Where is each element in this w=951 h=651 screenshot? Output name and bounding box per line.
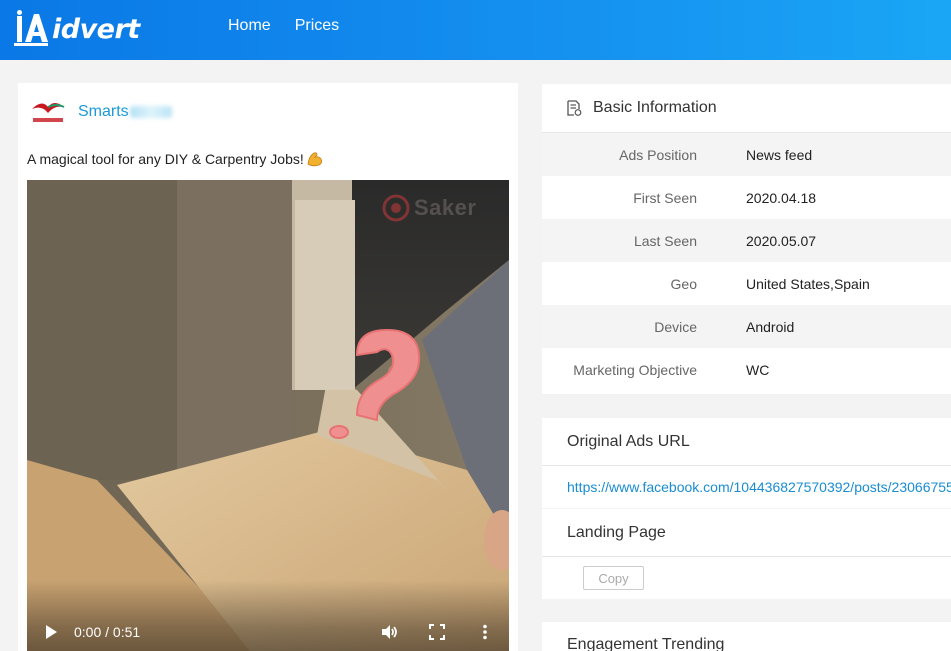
video-time: 0:00 / 0:51 [74, 624, 141, 640]
logo-text: idvert [52, 13, 140, 45]
landing-page-panel: Landing Page Copy [542, 509, 951, 599]
basic-information-rows: Ads Position News feed First Seen 2020.0… [542, 133, 951, 391]
basic-information-title: Basic Information [593, 99, 717, 116]
document-icon [567, 100, 582, 116]
advertiser-name-blur [129, 106, 172, 118]
original-ads-url-link[interactable]: https://www.facebook.com/104436827570392… [567, 479, 951, 495]
ad-video-player[interactable]: Saker 0:00 / 0:51 [27, 180, 509, 651]
top-nav-bar: idvert Home Prices [0, 0, 951, 60]
video-controls: 0:00 / 0:51 [27, 580, 509, 651]
advertiser-header[interactable]: Smarts [30, 97, 172, 127]
logo[interactable]: idvert [14, 9, 140, 49]
original-ads-url-panel: Original Ads URL https://www.facebook.co… [542, 418, 951, 508]
copy-button[interactable]: Copy [583, 566, 644, 590]
watermark-text: Saker [414, 195, 477, 220]
advertiser-name[interactable]: Smarts [78, 103, 129, 121]
info-label: Device [654, 318, 697, 335]
info-value: 2020.04.18 [746, 189, 817, 206]
fullscreen-icon[interactable] [429, 624, 445, 640]
info-value: 2020.05.07 [746, 232, 817, 249]
ad-caption: A magical tool for any DIY & Carpentry J… [27, 150, 324, 168]
basic-information-panel: Basic Information Ads Position News feed… [542, 84, 951, 394]
info-value: News feed [746, 146, 813, 163]
info-row-last-seen: Last Seen 2020.05.07 [542, 219, 951, 262]
volume-icon[interactable] [379, 622, 399, 642]
info-row-ads-position: Ads Position News feed [542, 133, 951, 176]
ad-caption-text: A magical tool for any DIY & Carpentry J… [27, 151, 304, 167]
info-row-marketing-objective: Marketing Objective WC [542, 348, 951, 391]
nav-home-link[interactable]: Home [228, 17, 271, 35]
info-label: Last Seen [633, 232, 697, 249]
advertiser-logo-icon [32, 103, 65, 122]
saker-logo-icon [382, 194, 410, 222]
info-row-device: Device Android [542, 305, 951, 348]
info-value: United States,Spain [746, 275, 870, 292]
flexed-bicep-icon [307, 152, 322, 167]
info-value: WC [746, 361, 770, 378]
engagement-trending-panel: Engagement Trending [542, 622, 951, 651]
landing-page-header: Landing Page [542, 509, 951, 557]
ad-preview-card: Smarts A magical tool for any DIY & Carp… [18, 83, 518, 651]
original-ads-url-header: Original Ads URL [542, 418, 951, 466]
info-row-first-seen: First Seen 2020.04.18 [542, 176, 951, 219]
info-label: Marketing Objective [573, 361, 697, 378]
logo-mark-icon [14, 10, 48, 46]
nav-prices-link[interactable]: Prices [295, 17, 339, 35]
info-label: Ads Position [619, 146, 697, 163]
info-label: Geo [670, 275, 697, 292]
play-icon[interactable] [46, 625, 57, 639]
more-options-icon[interactable] [482, 624, 488, 640]
main-nav: Home Prices [228, 17, 339, 35]
video-watermark: Saker [382, 194, 476, 222]
info-row-geo: Geo United States,Spain [542, 262, 951, 305]
info-value: Android [746, 318, 795, 335]
engagement-trending-header: Engagement Trending [567, 636, 725, 651]
info-label: First Seen [633, 189, 697, 206]
basic-information-header: Basic Information [542, 84, 951, 133]
